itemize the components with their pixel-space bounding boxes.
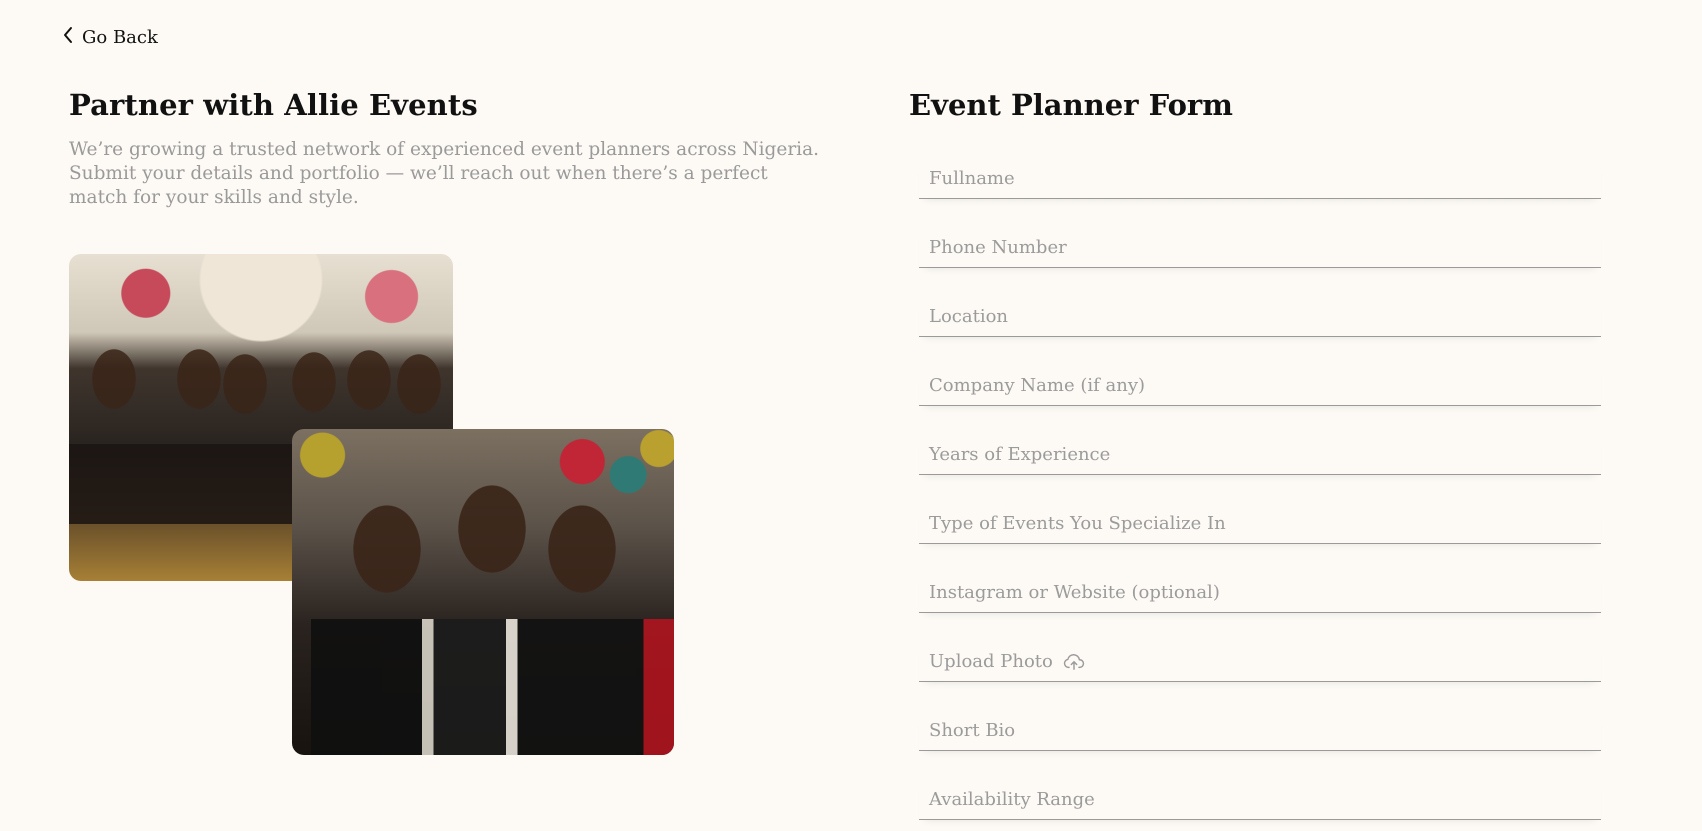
location-field[interactable]: Location (919, 297, 1601, 337)
phone-number-field[interactable]: Phone Number (919, 228, 1601, 268)
intro-text: We’re growing a trusted network of exper… (69, 139, 819, 208)
celebration-photo-figures (292, 469, 674, 755)
instagram-website-field[interactable]: Instagram or Website (optional) (919, 573, 1601, 613)
upload-photo-placeholder: Upload Photo (929, 651, 1053, 672)
fullname-field[interactable]: Fullname (919, 159, 1601, 199)
upload-photo-field[interactable]: Upload Photo (919, 642, 1601, 682)
availability-range-placeholder: Availability Range (929, 789, 1095, 810)
instagram-website-placeholder: Instagram or Website (optional) (929, 582, 1220, 603)
go-back-button[interactable]: Go Back (62, 26, 158, 49)
chevron-left-icon (62, 26, 74, 49)
short-bio-placeholder: Short Bio (929, 720, 1016, 741)
availability-range-field[interactable]: Availability Range (919, 780, 1601, 820)
short-bio-field[interactable]: Short Bio (919, 711, 1601, 751)
years-of-experience-field[interactable]: Years of Experience (919, 435, 1601, 475)
years-of-experience-placeholder: Years of Experience (929, 444, 1111, 465)
phone-number-placeholder: Phone Number (929, 237, 1067, 258)
form-title: Event Planner Form (909, 88, 1233, 122)
event-types-field[interactable]: Type of Events You Specialize In (919, 504, 1601, 544)
cloud-upload-icon (1063, 653, 1085, 671)
company-name-field[interactable]: Company Name (if any) (919, 366, 1601, 406)
location-placeholder: Location (929, 306, 1009, 327)
intro-section: Partner with Allie Events We’re growing … (69, 88, 829, 210)
company-name-placeholder: Company Name (if any) (929, 375, 1146, 396)
celebration-photo (292, 429, 674, 755)
page-title: Partner with Allie Events (69, 88, 478, 122)
form-header: Event Planner Form (909, 88, 1609, 122)
event-types-placeholder: Type of Events You Specialize In (929, 513, 1226, 534)
go-back-label: Go Back (82, 27, 158, 48)
fullname-placeholder: Fullname (929, 168, 1015, 189)
